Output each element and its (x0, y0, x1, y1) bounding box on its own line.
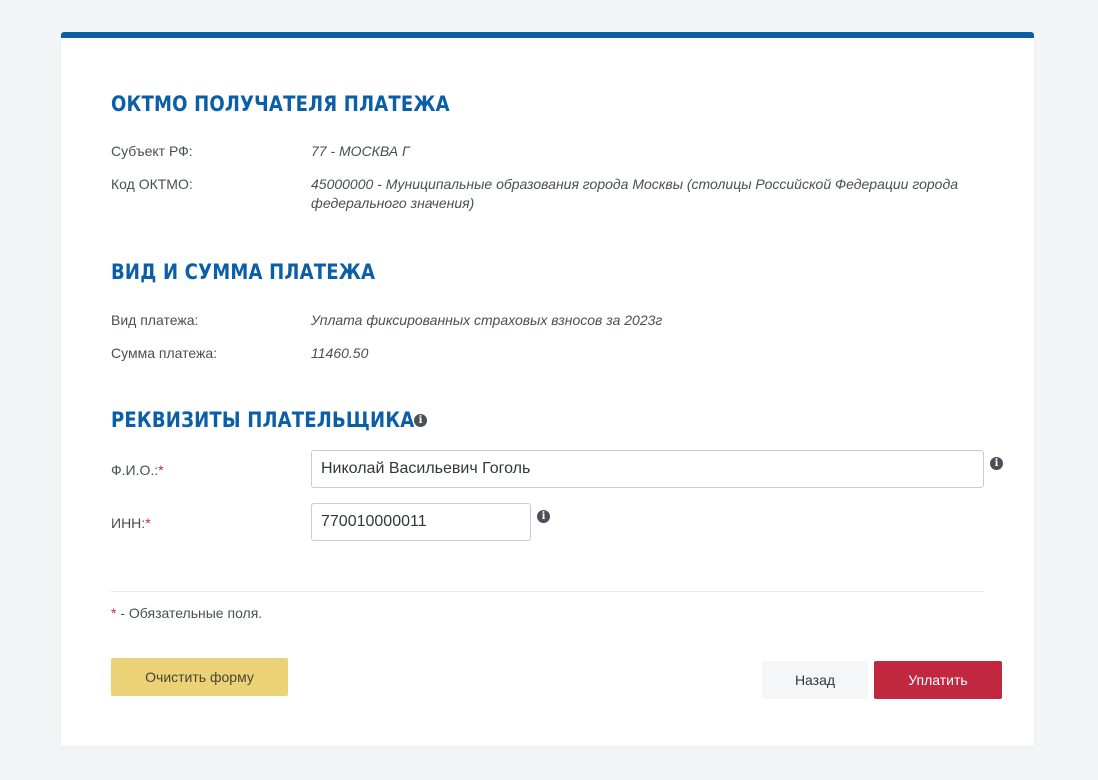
payment-form-card: ОКТМО ПОЛУЧАТЕЛЯ ПЛАТЕЖА Субъект РФ: 77 … (61, 32, 1034, 746)
payment-section-title: ВИД И СУММА ПЛАТЕЖА (111, 260, 376, 284)
pay-button[interactable]: Уплатить (874, 661, 1002, 699)
oktmo-section-title: ОКТМО ПОЛУЧАТЕЛЯ ПЛАТЕЖА (111, 92, 450, 116)
inn-label-text: ИНН: (111, 515, 146, 531)
payment-type-value: Уплата фиксированных страховых взносов з… (311, 312, 663, 328)
inn-required-mark: * (145, 515, 151, 531)
oktmo-code-value: 45000000 - Муниципальные образования гор… (311, 176, 958, 211)
subject-label: Субъект РФ: (111, 143, 193, 159)
payer-info-icon[interactable]: i (414, 414, 427, 427)
payment-type-label: Вид платежа: (111, 312, 199, 328)
required-fields-note: * - Обязательные поля. (111, 605, 262, 621)
subject-value: 77 - МОСКВА Г (311, 143, 410, 159)
fio-required-mark: * (158, 462, 164, 478)
form-divider (111, 591, 984, 592)
oktmo-code-label: Код ОКТМО: (111, 176, 193, 192)
inn-info-icon[interactable]: i (537, 510, 550, 523)
inn-input[interactable] (311, 503, 531, 541)
payment-amount-value: 11460.50 (311, 345, 369, 361)
back-button[interactable]: Назад (762, 661, 868, 699)
fio-label: Ф.И.О.:* (111, 462, 164, 478)
clear-form-button[interactable]: Очистить форму (111, 658, 288, 696)
fio-input[interactable] (311, 450, 984, 488)
fio-info-icon[interactable]: i (990, 457, 1003, 470)
fio-label-text: Ф.И.О.: (111, 462, 159, 478)
payment-amount-label: Сумма платежа: (111, 345, 218, 361)
required-note-text: - Обязательные поля. (116, 605, 263, 621)
payer-section-title: РЕКВИЗИТЫ ПЛАТЕЛЬЩИКА (111, 408, 415, 432)
inn-label: ИНН:* (111, 515, 151, 531)
